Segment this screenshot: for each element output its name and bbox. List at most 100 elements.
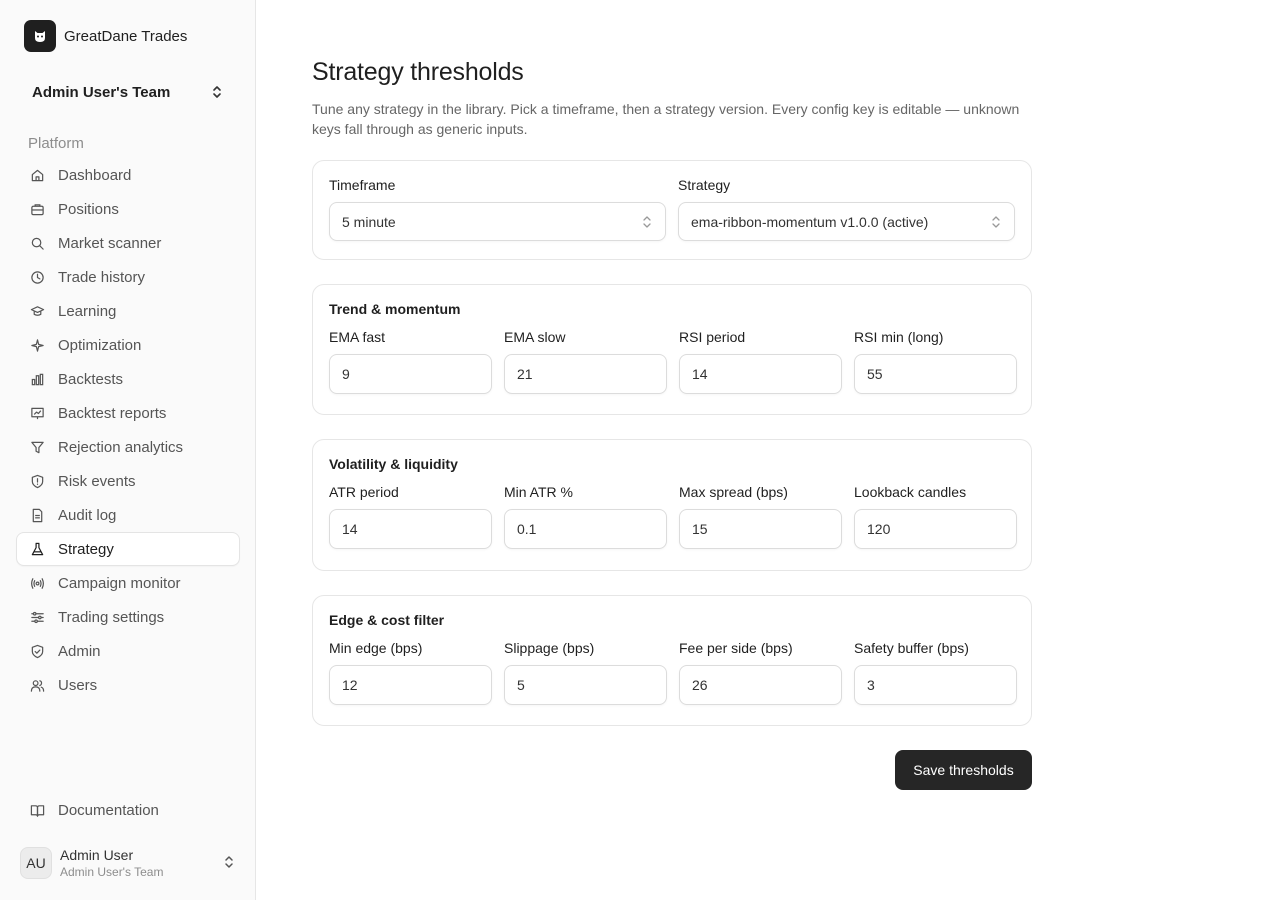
sidebar-item-risk-events[interactable]: Risk events xyxy=(16,464,240,498)
sliders-icon xyxy=(31,611,44,623)
timeframe-select[interactable]: 5 minute xyxy=(329,202,666,241)
sidebar-item-label: Dashboard xyxy=(58,166,132,184)
field-slippage: Slippage (bps) xyxy=(504,640,667,705)
field-min-atr: Min ATR % xyxy=(504,484,667,549)
sidebar-item-label: Audit log xyxy=(58,506,117,524)
chevrons-up-down-icon xyxy=(643,215,651,228)
radio-icon xyxy=(31,577,44,589)
sidebar-item-users[interactable]: Users xyxy=(16,668,240,702)
sidebar-nav: Dashboard Positions Market scanner Trade… xyxy=(16,158,240,702)
team-switcher[interactable]: Admin User's Team xyxy=(16,76,240,108)
timeframe-field: Timeframe 5 minute xyxy=(329,177,666,241)
safety-buffer-input[interactable] xyxy=(854,665,1017,705)
sidebar-item-strategy[interactable]: Strategy xyxy=(16,532,240,566)
file-text-icon xyxy=(32,508,43,522)
shield-check-icon xyxy=(31,644,44,658)
clock-icon xyxy=(31,270,44,284)
sidebar-item-dashboard[interactable]: Dashboard xyxy=(16,158,240,192)
sidebar-item-backtest-reports[interactable]: Backtest reports xyxy=(16,396,240,430)
sidebar: GreatDane Trades Admin User's Team Platf… xyxy=(0,0,256,900)
brand[interactable]: GreatDane Trades xyxy=(24,20,187,52)
field-label: EMA fast xyxy=(329,329,386,345)
field-label: Slippage (bps) xyxy=(504,640,595,656)
max-spread-input[interactable] xyxy=(679,509,842,549)
sidebar-item-rejection-analytics[interactable]: Rejection analytics xyxy=(16,430,240,464)
chevrons-up-down-icon xyxy=(992,215,1000,228)
min-atr-input[interactable] xyxy=(504,509,667,549)
group-title: Edge & cost filter xyxy=(329,612,445,628)
sidebar-item-documentation[interactable]: Documentation xyxy=(16,793,240,827)
sidebar-item-backtests[interactable]: Backtests xyxy=(16,362,240,396)
atr-period-input[interactable] xyxy=(329,509,492,549)
ema-slow-input[interactable] xyxy=(504,354,667,394)
group-volatility-liquidity: Volatility & liquidity ATR period Min AT… xyxy=(312,439,1032,571)
search-icon xyxy=(31,237,44,250)
page-title: Strategy thresholds xyxy=(312,58,524,86)
sidebar-item-audit-log[interactable]: Audit log xyxy=(16,498,240,532)
strategy-select[interactable]: ema-ribbon-momentum v1.0.0 (active) xyxy=(678,202,1015,241)
user-info: Admin User Admin User's Team xyxy=(60,847,163,879)
user-menu[interactable]: AU Admin User Admin User's Team xyxy=(20,844,240,882)
field-label: Max spread (bps) xyxy=(679,484,788,500)
sidebar-item-trading-settings[interactable]: Trading settings xyxy=(16,600,240,634)
main-content: Strategy thresholds Tune any strategy in… xyxy=(312,58,1032,139)
brand-name: GreatDane Trades xyxy=(64,27,188,45)
graduation-cap-icon xyxy=(30,305,45,316)
book-open-icon xyxy=(30,804,45,817)
field-label: Lookback candles xyxy=(854,484,967,500)
sidebar-item-optimization[interactable]: Optimization xyxy=(16,328,240,362)
min-edge-input[interactable] xyxy=(329,665,492,705)
sidebar-item-label: Campaign monitor xyxy=(58,574,181,592)
sidebar-item-label: Backtests xyxy=(58,370,124,388)
selector-card: Timeframe 5 minute Strategy ema-ribbon-m… xyxy=(312,160,1032,260)
user-name: Admin User xyxy=(60,847,134,863)
sidebar-item-campaign-monitor[interactable]: Campaign monitor xyxy=(16,566,240,600)
timeframe-label: Timeframe xyxy=(329,177,396,193)
sidebar-item-label: Strategy xyxy=(58,540,114,558)
sidebar-item-admin[interactable]: Admin xyxy=(16,634,240,668)
sidebar-item-market-scanner[interactable]: Market scanner xyxy=(16,226,240,260)
sidebar-item-label: Trade history xyxy=(58,268,145,286)
rsi-min-long-input[interactable] xyxy=(854,354,1017,394)
field-label: Min ATR % xyxy=(504,484,573,500)
field-max-spread: Max spread (bps) xyxy=(679,484,842,549)
sidebar-item-trade-history[interactable]: Trade history xyxy=(16,260,240,294)
fee-per-side-input[interactable] xyxy=(679,665,842,705)
field-label: Min edge (bps) xyxy=(329,640,423,656)
group-trend-momentum: Trend & momentum EMA fast EMA slow RSI p… xyxy=(312,284,1032,415)
sparkles-icon xyxy=(31,338,44,352)
strategy-label: Strategy xyxy=(678,177,731,193)
bar-chart-icon xyxy=(31,373,44,385)
field-label: Safety buffer (bps) xyxy=(854,640,969,656)
field-fee-per-side: Fee per side (bps) xyxy=(679,640,842,705)
sidebar-item-label: Risk events xyxy=(58,472,136,490)
sidebar-item-label: Users xyxy=(58,676,98,694)
group-edge-cost-filter: Edge & cost filter Min edge (bps) Slippa… xyxy=(312,595,1032,726)
sidebar-item-label: Market scanner xyxy=(58,234,162,252)
save-thresholds-button[interactable]: Save thresholds xyxy=(895,750,1032,790)
slippage-input[interactable] xyxy=(504,665,667,705)
team-name: Admin User's Team xyxy=(32,83,171,101)
sidebar-item-positions[interactable]: Positions xyxy=(16,192,240,226)
field-lookback-candles: Lookback candles xyxy=(854,484,1017,549)
sidebar-item-label: Rejection analytics xyxy=(58,438,184,456)
group-title: Volatility & liquidity xyxy=(329,456,458,472)
users-icon xyxy=(30,679,45,692)
rsi-period-input[interactable] xyxy=(679,354,842,394)
field-label: EMA slow xyxy=(504,329,566,345)
shield-alert-icon xyxy=(31,474,44,488)
field-label: RSI min (long) xyxy=(854,329,944,345)
lookback-candles-input[interactable] xyxy=(854,509,1017,549)
briefcase-icon xyxy=(31,203,44,215)
sidebar-item-label: Backtest reports xyxy=(58,404,167,422)
docs-section: Documentation xyxy=(16,793,240,827)
avatar: AU xyxy=(20,847,52,879)
field-label: RSI period xyxy=(679,329,746,345)
field-rsi-period: RSI period xyxy=(679,329,842,394)
sidebar-item-label: Learning xyxy=(58,302,117,320)
timeframe-value: 5 minute xyxy=(342,213,396,230)
field-safety-buffer: Safety buffer (bps) xyxy=(854,640,1017,705)
ema-fast-input[interactable] xyxy=(329,354,492,394)
sidebar-item-learning[interactable]: Learning xyxy=(16,294,240,328)
section-label-platform: Platform xyxy=(28,135,84,152)
